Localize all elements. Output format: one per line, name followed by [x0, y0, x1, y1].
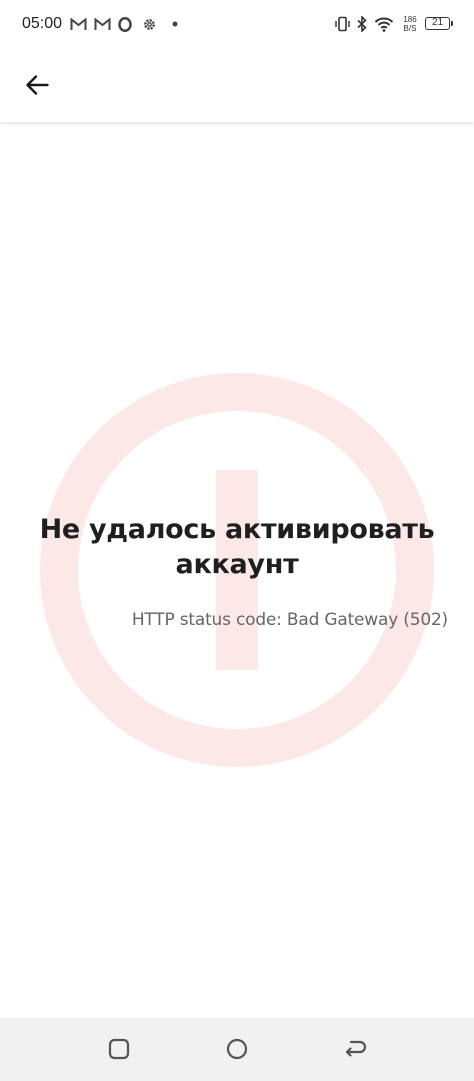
- network-speed: 186 B/S: [400, 15, 420, 33]
- status-time: 05:00: [22, 15, 63, 32]
- vibrate-icon: [333, 14, 351, 34]
- screen: 05:00 186 B/S 21 Не удалось активировать…: [0, 0, 474, 1081]
- wifi-icon: [373, 14, 395, 34]
- square-icon: [108, 1038, 130, 1060]
- main-content: Не удалось активировать аккаунт HTTP sta…: [0, 122, 474, 1018]
- circle-icon: [226, 1038, 248, 1060]
- battery-level: 21: [431, 17, 444, 28]
- network-speed-value: 186: [403, 15, 417, 24]
- home-button[interactable]: [222, 1034, 252, 1064]
- settings-notification-icon: [140, 14, 158, 34]
- arrow-left-icon: [26, 75, 49, 95]
- opera-notification-icon: [116, 14, 134, 34]
- bluetooth-icon: [355, 14, 369, 34]
- battery-icon: 21: [425, 17, 453, 30]
- return-arrow-icon: [345, 1040, 367, 1057]
- error-detail: HTTP status code: Bad Gateway (502): [131, 610, 448, 630]
- error-title: Не удалось активировать аккаунт: [39, 514, 435, 580]
- back-button[interactable]: [14, 62, 60, 108]
- more-notifications-dot-icon: [170, 14, 180, 34]
- network-speed-unit: B/S: [403, 24, 417, 33]
- recents-button[interactable]: [104, 1034, 134, 1064]
- system-nav-bar: [0, 1018, 474, 1081]
- status-bar: 05:00 186 B/S 21: [0, 0, 474, 48]
- app-bar: [0, 48, 474, 122]
- gmail-notification-icon-2: [92, 14, 112, 34]
- gmail-notification-icon: [68, 14, 88, 34]
- back-nav-button[interactable]: [340, 1034, 370, 1064]
